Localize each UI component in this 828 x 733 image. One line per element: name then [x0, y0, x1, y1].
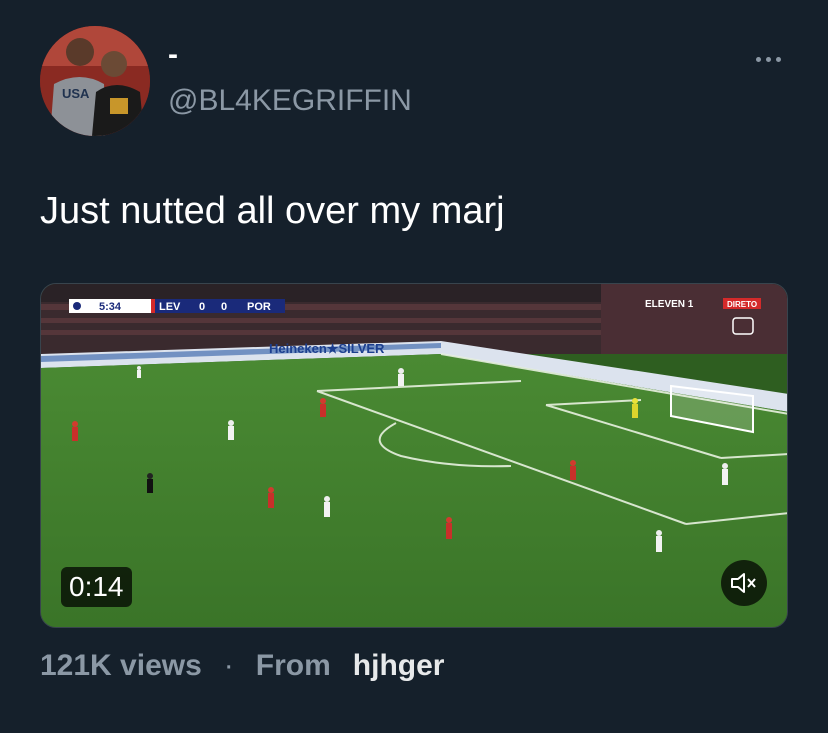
video-frame: Heineken★SILVER 5:34 LEV 0 0 POR ELEVEN …	[41, 284, 787, 627]
scoreboard-away-score: 0	[221, 301, 227, 313]
avatar-image: USA	[40, 26, 150, 136]
source-link[interactable]: hjhger	[353, 648, 445, 684]
scoreboard-home-team: LEV	[159, 301, 181, 313]
avatar[interactable]: USA	[40, 26, 150, 136]
video-duration: 0:14	[61, 567, 132, 607]
more-horizontal-icon	[755, 56, 761, 62]
scoreboard-home-score: 0	[199, 301, 205, 313]
avatar-shirt-text: USA	[62, 86, 90, 101]
user-handle[interactable]: @BL4KEGRIFFIN	[168, 84, 412, 118]
scoreboard-away-team: POR	[247, 301, 271, 313]
from-label: From	[255, 649, 331, 682]
tweet-text: Just nutted all over my marj	[40, 190, 505, 232]
broadcaster-tag: DIRETO	[727, 300, 757, 309]
tweet-meta: 121K views · From hjhger	[40, 648, 444, 684]
broadcaster-name: ELEVEN 1	[645, 299, 694, 310]
meta-separator: ·	[223, 649, 234, 682]
display-name[interactable]: -	[168, 40, 178, 70]
view-count[interactable]: 121K views	[40, 648, 202, 684]
ad-board-text: Heineken★SILVER	[269, 341, 385, 356]
more-horizontal-icon	[775, 56, 781, 62]
scoreboard: 5:34 LEV 0 0 POR	[69, 299, 285, 313]
more-horizontal-icon	[765, 56, 771, 62]
mute-button[interactable]	[721, 560, 767, 606]
video-player[interactable]: Heineken★SILVER 5:34 LEV 0 0 POR ELEVEN …	[40, 283, 788, 628]
volume-muted-icon	[731, 573, 756, 593]
scoreboard-clock: 5:34	[99, 301, 122, 313]
more-options-button[interactable]	[748, 44, 788, 74]
